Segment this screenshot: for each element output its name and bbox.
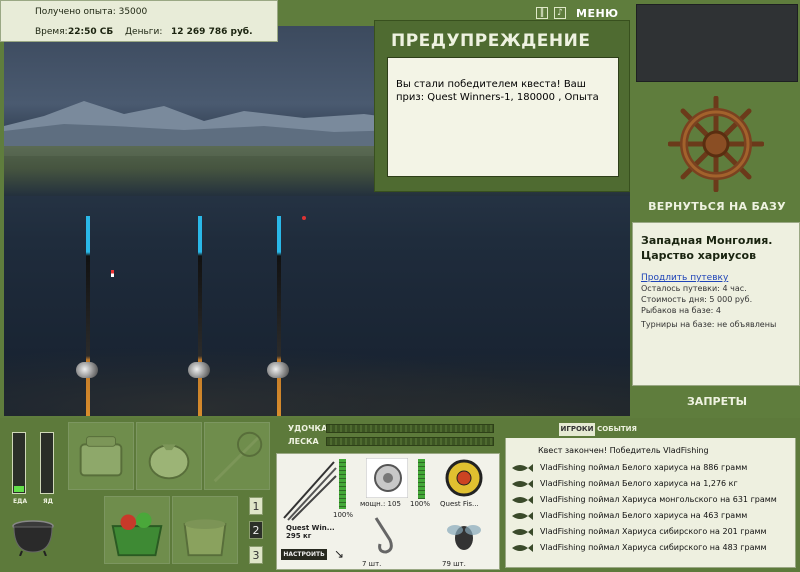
food-label: ЕДА bbox=[13, 498, 28, 505]
inventory-slot-bag[interactable] bbox=[68, 422, 134, 490]
setup-button[interactable]: НАСТРОИТЬ bbox=[281, 549, 327, 560]
bait-count: 79 шт. bbox=[442, 560, 466, 568]
bobber-icon[interactable] bbox=[302, 216, 306, 220]
arrow-icon[interactable]: ↘ bbox=[334, 547, 344, 561]
hook-count: 7 шт. bbox=[362, 560, 382, 568]
rod-label: УДОЧКА bbox=[288, 424, 328, 433]
rod-weight: 295 кг bbox=[286, 532, 312, 540]
inventory-slot-bucket[interactable] bbox=[172, 496, 238, 564]
fishing-line-icon[interactable] bbox=[442, 458, 486, 498]
fish-icon bbox=[512, 544, 533, 552]
reel-condition-text: 100% bbox=[410, 500, 431, 508]
inventory-slot-basket[interactable] bbox=[104, 496, 170, 564]
rocks bbox=[4, 336, 630, 416]
fishing-rod-1[interactable] bbox=[86, 216, 90, 416]
inventory-slot-net[interactable] bbox=[204, 422, 270, 490]
money-label: Деньги: bbox=[125, 27, 163, 37]
fish-icon bbox=[512, 512, 533, 520]
tournaments-status: Турниры на базе: не объявлены bbox=[641, 320, 777, 329]
warning-message: Вы стали победителем квеста! Ваш приз: Q… bbox=[387, 57, 619, 177]
time-value: 22:50 СБ bbox=[68, 27, 114, 37]
event-row: VladFishing поймал Белого хариуса на 1,2… bbox=[510, 477, 790, 491]
location-name: Западная Монголия. Царство хариусов bbox=[641, 234, 773, 262]
reel-power: мощн.: 105 bbox=[360, 500, 401, 508]
food-level-fill bbox=[14, 486, 24, 492]
reel-condition-bar bbox=[418, 459, 425, 499]
experience-text: Получено опыта: 35000 bbox=[35, 7, 148, 17]
fishing-rod-3[interactable] bbox=[277, 216, 281, 416]
fly-bait-icon[interactable] bbox=[442, 514, 486, 558]
event-row: VladFishing поймал Хариуса монгольского … bbox=[510, 493, 790, 507]
hook-icon[interactable] bbox=[364, 514, 408, 558]
rod-name: Quest Win... bbox=[286, 524, 335, 532]
ship-wheel-icon[interactable] bbox=[668, 96, 764, 192]
poison-gauge bbox=[40, 432, 54, 494]
extend-trip-link[interactable]: Продлить путевку bbox=[641, 273, 791, 283]
game-screen: Получено опыта: 35000 Время: 22:50 СБ Де… bbox=[0, 0, 800, 572]
page-1-button[interactable]: 1 bbox=[249, 497, 263, 515]
cauldron-icon[interactable] bbox=[10, 516, 56, 556]
fish-icon bbox=[512, 528, 533, 536]
line-label: ЛЕСКА bbox=[288, 437, 319, 446]
event-row: VladFishing поймал Белого хариуса на 886… bbox=[510, 461, 790, 475]
pause-icon[interactable]: ‖ bbox=[536, 7, 548, 19]
warning-title: ПРЕДУПРЕЖДЕНИЕ bbox=[391, 31, 591, 51]
fishing-rod-2[interactable] bbox=[198, 216, 202, 416]
line-tension-bar bbox=[326, 437, 494, 446]
fish-icon bbox=[512, 496, 533, 504]
page-3-button[interactable]: 3 bbox=[249, 546, 263, 564]
events-tabs: ИГРОКИ СОБЫТИЯ bbox=[505, 420, 796, 438]
money-value: 12 269 786 руб. bbox=[171, 27, 253, 37]
menu-button[interactable]: МЕНЮ bbox=[576, 7, 619, 20]
trip-time-left: Осталось путевки: 4 час. bbox=[641, 284, 747, 293]
tab-events[interactable]: СОБЫТИЯ bbox=[597, 423, 637, 436]
rod-condition-text: 100% bbox=[333, 511, 354, 519]
line-name: Quest Fis... bbox=[440, 500, 479, 508]
time-label: Время: bbox=[35, 27, 68, 37]
anglers-count: Рыбаков на базе: 4 bbox=[641, 306, 721, 315]
reel-icon[interactable] bbox=[267, 362, 289, 378]
day-cost: Стоимость дня: 5 000 руб. bbox=[641, 295, 753, 304]
fish-icon bbox=[512, 464, 533, 472]
event-row: VladFishing поймал Хариуса сибирского на… bbox=[510, 525, 790, 539]
poison-label: ЯД bbox=[43, 498, 53, 505]
food-gauge bbox=[12, 432, 26, 494]
warning-dialog: ПРЕДУПРЕЖДЕНИЕ Вы стали победителем квес… bbox=[374, 20, 630, 192]
event-row: VladFishing поймал Хариуса сибирского на… bbox=[510, 541, 790, 555]
rod-icon[interactable] bbox=[280, 458, 338, 522]
events-header: Квест закончен! Победитель VladFishing bbox=[538, 446, 709, 455]
tab-players[interactable]: ИГРОКИ bbox=[559, 423, 595, 436]
rod-tension-bar bbox=[326, 424, 494, 433]
player-info-panel: Получено опыта: 35000 Время: 22:50 СБ Де… bbox=[0, 0, 278, 42]
bobber-icon[interactable] bbox=[111, 270, 114, 277]
fish-icon bbox=[512, 480, 533, 488]
bans-button[interactable]: ЗАПРЕТЫ bbox=[634, 395, 800, 408]
minimap-panel bbox=[636, 4, 798, 82]
page-2-button[interactable]: 2 bbox=[249, 521, 263, 539]
reel-icon[interactable] bbox=[76, 362, 98, 378]
rod-condition-bar bbox=[339, 459, 346, 509]
inventory-slot-sack[interactable] bbox=[136, 422, 202, 490]
event-row: VladFishing поймал Белого хариуса на 463… bbox=[510, 509, 790, 523]
reel-icon[interactable] bbox=[366, 458, 408, 498]
return-to-base-button[interactable]: ВЕРНУТЬСЯ НА БАЗУ bbox=[634, 200, 800, 213]
reel-icon[interactable] bbox=[188, 362, 210, 378]
location-panel: Западная Монголия. Царство хариусов Прод… bbox=[632, 222, 800, 386]
sound-icon[interactable]: ♪ bbox=[554, 7, 566, 19]
